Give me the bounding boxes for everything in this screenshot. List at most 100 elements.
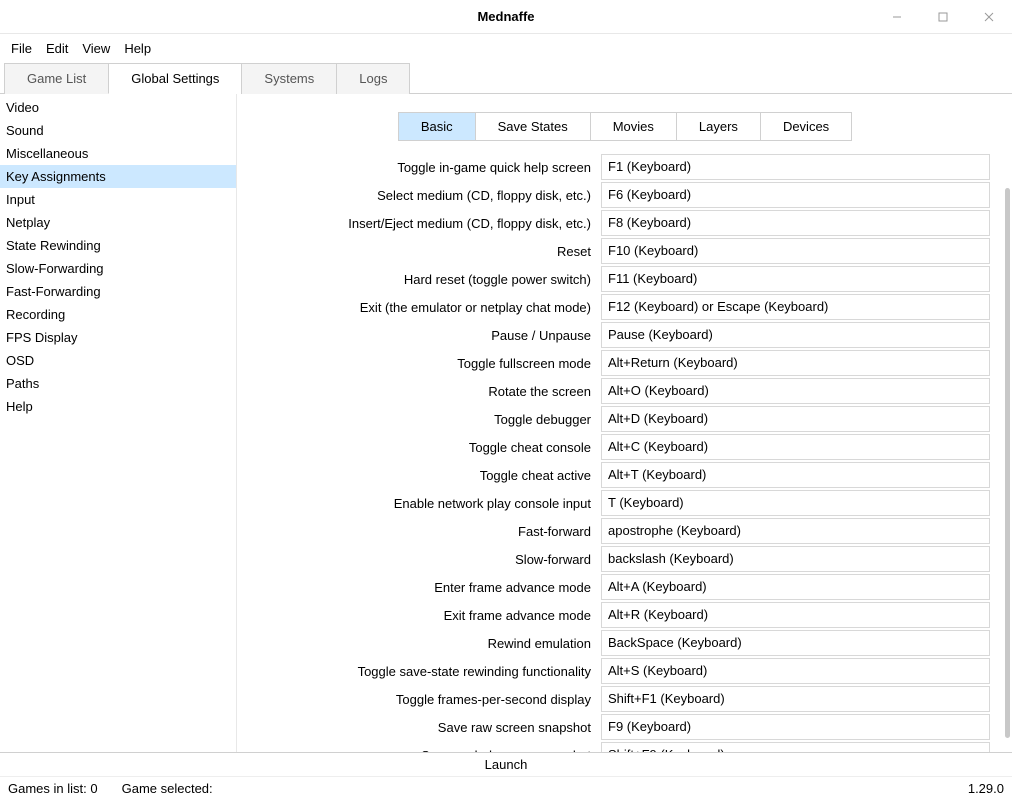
binding-value[interactable]: F12 (Keyboard) or Escape (Keyboard) bbox=[601, 294, 990, 320]
binding-row: Exit frame advance modeAlt+R (Keyboard) bbox=[249, 601, 990, 629]
subtab-save-states[interactable]: Save States bbox=[475, 112, 591, 141]
binding-value[interactable]: Alt+C (Keyboard) bbox=[601, 434, 990, 460]
binding-label: Save raw screen snapshot bbox=[249, 720, 601, 735]
menu-item-view[interactable]: View bbox=[75, 38, 117, 59]
binding-value[interactable]: backslash (Keyboard) bbox=[601, 546, 990, 572]
binding-row: Save scaled screen snapshotShift+F9 (Key… bbox=[249, 741, 990, 752]
launch-button[interactable]: Launch bbox=[0, 752, 1012, 776]
binding-value[interactable]: F8 (Keyboard) bbox=[601, 210, 990, 236]
binding-label: Exit (the emulator or netplay chat mode) bbox=[249, 300, 601, 315]
menu-item-help[interactable]: Help bbox=[117, 38, 158, 59]
binding-row: Slow-forwardbackslash (Keyboard) bbox=[249, 545, 990, 573]
binding-row: Toggle cheat activeAlt+T (Keyboard) bbox=[249, 461, 990, 489]
menu-bar: FileEditViewHelp bbox=[0, 34, 1012, 61]
binding-label: Toggle cheat console bbox=[249, 440, 601, 455]
tab-systems[interactable]: Systems bbox=[241, 63, 337, 94]
sidebar-item-input[interactable]: Input bbox=[0, 188, 236, 211]
sidebar-item-fast-forwarding[interactable]: Fast-Forwarding bbox=[0, 280, 236, 303]
binding-label: Toggle debugger bbox=[249, 412, 601, 427]
binding-row: Select medium (CD, floppy disk, etc.)F6 … bbox=[249, 181, 990, 209]
sub-tabs-container: BasicSave StatesMoviesLayersDevices bbox=[237, 94, 1012, 153]
version-label: 1.29.0 bbox=[968, 781, 1004, 796]
subtab-devices[interactable]: Devices bbox=[760, 112, 852, 141]
binding-label: Enable network play console input bbox=[249, 496, 601, 511]
binding-label: Insert/Eject medium (CD, floppy disk, et… bbox=[249, 216, 601, 231]
binding-value[interactable]: F9 (Keyboard) bbox=[601, 714, 990, 740]
key-bindings-list[interactable]: Toggle in-game quick help screenF1 (Keyb… bbox=[237, 153, 1012, 752]
sidebar-item-fps-display[interactable]: FPS Display bbox=[0, 326, 236, 349]
binding-label: Save scaled screen snapshot bbox=[249, 748, 601, 753]
menu-item-edit[interactable]: Edit bbox=[39, 38, 75, 59]
binding-label: Hard reset (toggle power switch) bbox=[249, 272, 601, 287]
binding-value[interactable]: F6 (Keyboard) bbox=[601, 182, 990, 208]
binding-value[interactable]: Shift+F1 (Keyboard) bbox=[601, 686, 990, 712]
sidebar-item-slow-forwarding[interactable]: Slow-Forwarding bbox=[0, 257, 236, 280]
binding-row: Pause / UnpausePause (Keyboard) bbox=[249, 321, 990, 349]
sub-tabs: BasicSave StatesMoviesLayersDevices bbox=[398, 112, 851, 141]
main-tabs: Game ListGlobal SettingsSystemsLogs bbox=[0, 62, 1012, 94]
binding-row: Rotate the screenAlt+O (Keyboard) bbox=[249, 377, 990, 405]
binding-row: Toggle frames-per-second displayShift+F1… bbox=[249, 685, 990, 713]
scrollbar[interactable] bbox=[1005, 188, 1010, 738]
binding-value[interactable]: F1 (Keyboard) bbox=[601, 154, 990, 180]
maximize-button[interactable] bbox=[920, 0, 966, 33]
binding-row: Hard reset (toggle power switch)F11 (Key… bbox=[249, 265, 990, 293]
binding-label: Enter frame advance mode bbox=[249, 580, 601, 595]
sidebar-item-state-rewinding[interactable]: State Rewinding bbox=[0, 234, 236, 257]
tab-global-settings[interactable]: Global Settings bbox=[108, 63, 242, 94]
binding-value[interactable]: Alt+O (Keyboard) bbox=[601, 378, 990, 404]
settings-sidebar[interactable]: VideoSoundMiscellaneousKey AssignmentsIn… bbox=[0, 94, 237, 752]
binding-row: ResetF10 (Keyboard) bbox=[249, 237, 990, 265]
binding-row: Toggle save-state rewinding functionalit… bbox=[249, 657, 990, 685]
tab-logs[interactable]: Logs bbox=[336, 63, 410, 94]
binding-value[interactable]: F10 (Keyboard) bbox=[601, 238, 990, 264]
menu-item-file[interactable]: File bbox=[4, 38, 39, 59]
binding-row: Fast-forwardapostrophe (Keyboard) bbox=[249, 517, 990, 545]
minimize-button[interactable] bbox=[874, 0, 920, 33]
binding-label: Toggle in-game quick help screen bbox=[249, 160, 601, 175]
binding-value[interactable]: Alt+Return (Keyboard) bbox=[601, 350, 990, 376]
binding-row: Save raw screen snapshotF9 (Keyboard) bbox=[249, 713, 990, 741]
subtab-layers[interactable]: Layers bbox=[676, 112, 761, 141]
sidebar-item-sound[interactable]: Sound bbox=[0, 119, 236, 142]
subtab-basic[interactable]: Basic bbox=[398, 112, 476, 141]
binding-label: Rewind emulation bbox=[249, 636, 601, 651]
games-in-list: Games in list: 0 bbox=[8, 781, 98, 796]
game-selected: Game selected: bbox=[122, 781, 213, 796]
binding-value[interactable]: Pause (Keyboard) bbox=[601, 322, 990, 348]
sidebar-item-video[interactable]: Video bbox=[0, 96, 236, 119]
sidebar-item-paths[interactable]: Paths bbox=[0, 372, 236, 395]
binding-label: Pause / Unpause bbox=[249, 328, 601, 343]
binding-value[interactable]: apostrophe (Keyboard) bbox=[601, 518, 990, 544]
binding-value[interactable]: Alt+S (Keyboard) bbox=[601, 658, 990, 684]
binding-value[interactable]: Alt+T (Keyboard) bbox=[601, 462, 990, 488]
binding-value[interactable]: Alt+D (Keyboard) bbox=[601, 406, 990, 432]
binding-value[interactable]: F11 (Keyboard) bbox=[601, 266, 990, 292]
status-left: Games in list: 0 Game selected: bbox=[8, 781, 213, 796]
binding-value[interactable]: BackSpace (Keyboard) bbox=[601, 630, 990, 656]
sidebar-item-osd[interactable]: OSD bbox=[0, 349, 236, 372]
sidebar-item-miscellaneous[interactable]: Miscellaneous bbox=[0, 142, 236, 165]
binding-label: Fast-forward bbox=[249, 524, 601, 539]
binding-label: Toggle save-state rewinding functionalit… bbox=[249, 664, 601, 679]
binding-value[interactable]: T (Keyboard) bbox=[601, 490, 990, 516]
status-bar: Games in list: 0 Game selected: 1.29.0 bbox=[0, 776, 1012, 800]
tab-game-list[interactable]: Game List bbox=[4, 63, 109, 94]
binding-value[interactable]: Alt+R (Keyboard) bbox=[601, 602, 990, 628]
binding-row: Enter frame advance modeAlt+A (Keyboard) bbox=[249, 573, 990, 601]
binding-value[interactable]: Shift+F9 (Keyboard) bbox=[601, 742, 990, 752]
settings-panel: BasicSave StatesMoviesLayersDevices Togg… bbox=[237, 94, 1012, 752]
sidebar-item-help[interactable]: Help bbox=[0, 395, 236, 418]
binding-row: Exit (the emulator or netplay chat mode)… bbox=[249, 293, 990, 321]
binding-label: Exit frame advance mode bbox=[249, 608, 601, 623]
binding-row: Toggle fullscreen modeAlt+Return (Keyboa… bbox=[249, 349, 990, 377]
binding-label: Select medium (CD, floppy disk, etc.) bbox=[249, 188, 601, 203]
sidebar-item-key-assignments[interactable]: Key Assignments bbox=[0, 165, 236, 188]
content-area: VideoSoundMiscellaneousKey AssignmentsIn… bbox=[0, 94, 1012, 752]
binding-row: Toggle cheat consoleAlt+C (Keyboard) bbox=[249, 433, 990, 461]
subtab-movies[interactable]: Movies bbox=[590, 112, 677, 141]
sidebar-item-recording[interactable]: Recording bbox=[0, 303, 236, 326]
close-button[interactable] bbox=[966, 0, 1012, 33]
sidebar-item-netplay[interactable]: Netplay bbox=[0, 211, 236, 234]
binding-value[interactable]: Alt+A (Keyboard) bbox=[601, 574, 990, 600]
